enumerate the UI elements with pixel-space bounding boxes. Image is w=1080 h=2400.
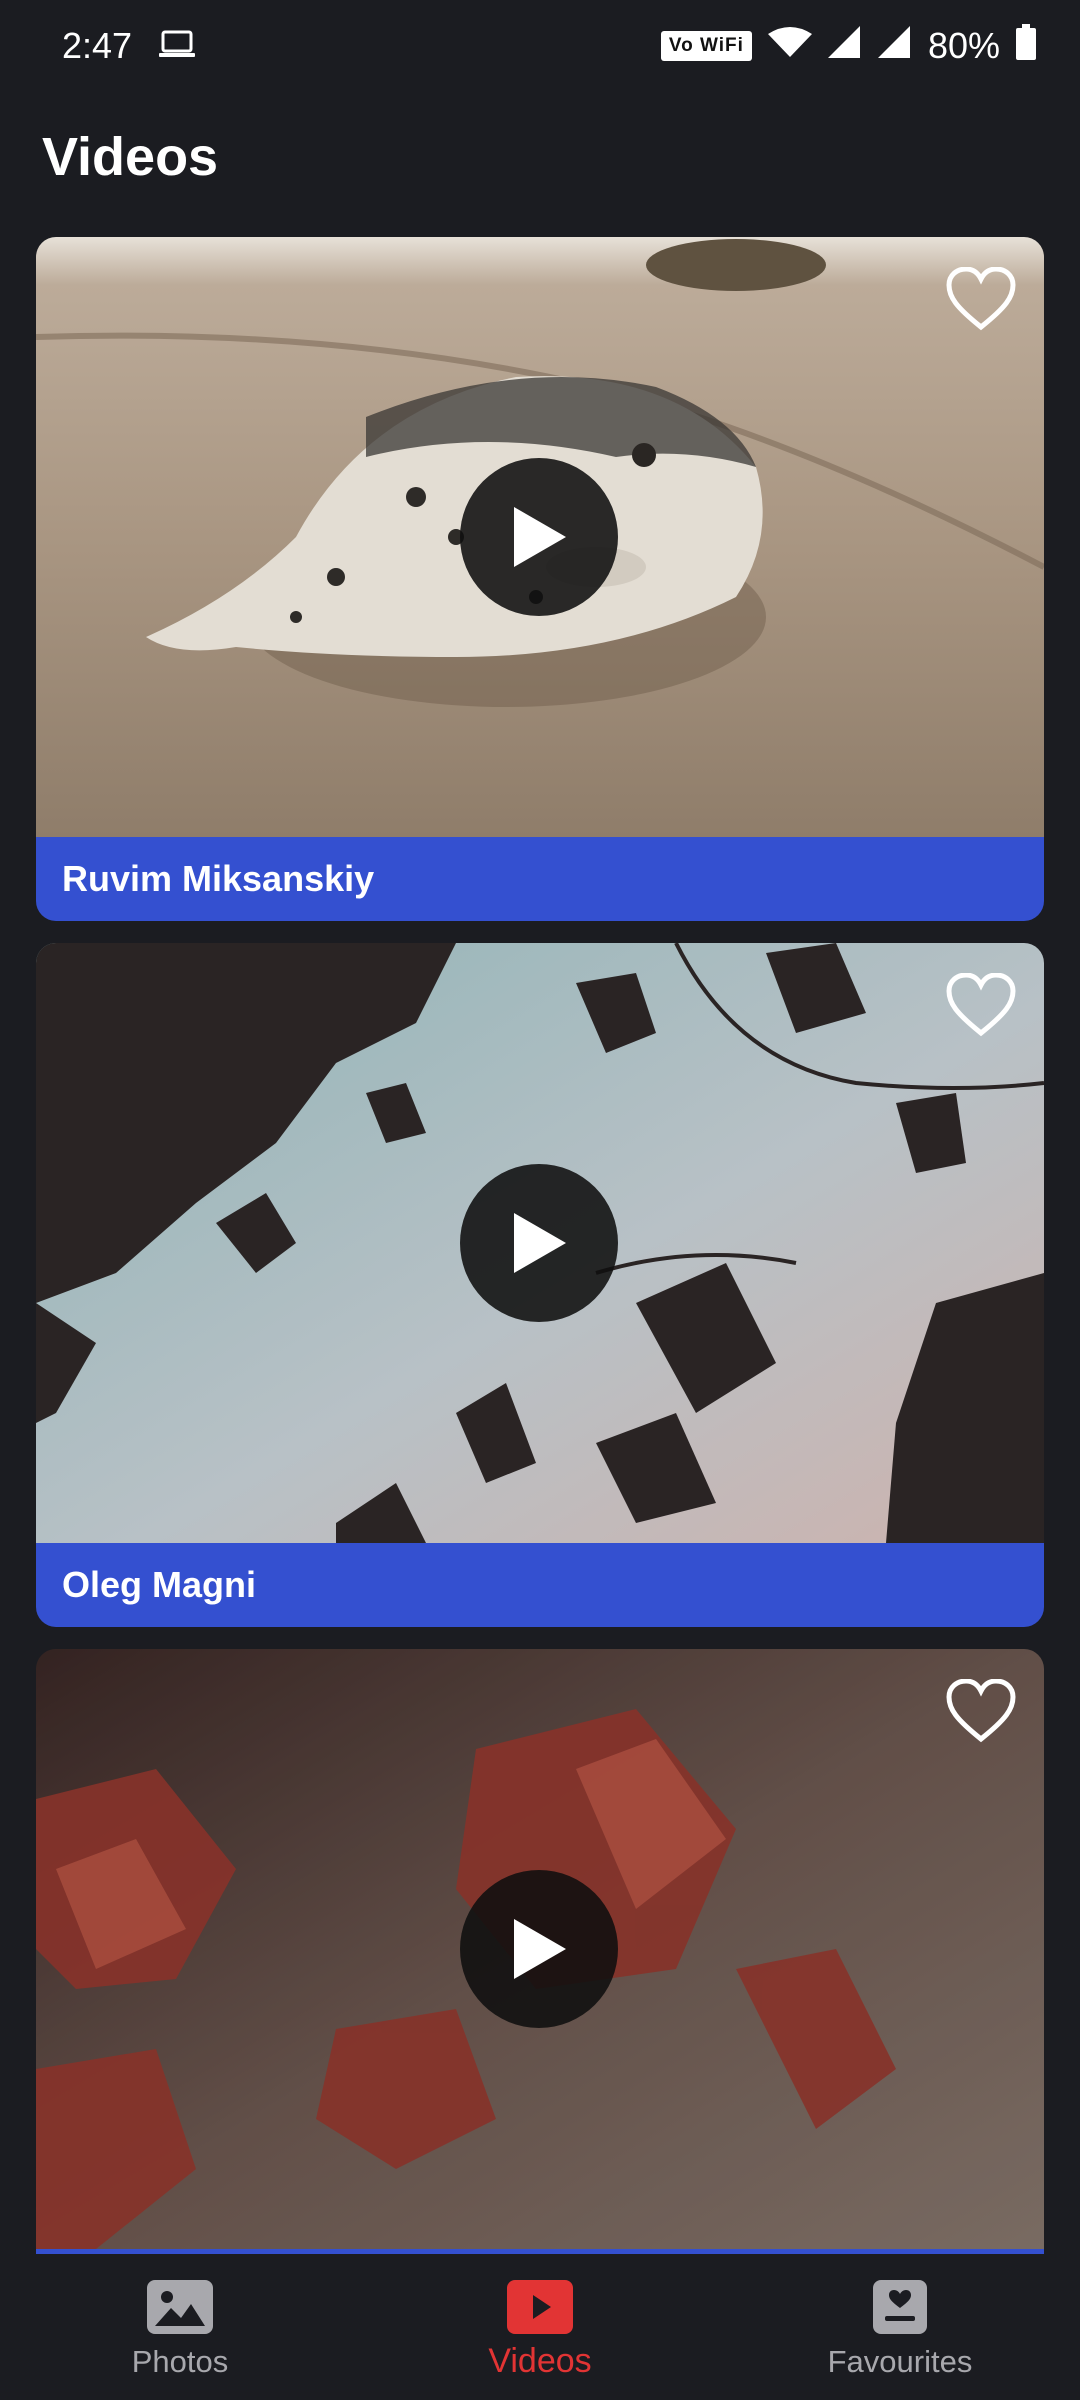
nav-item-favourites[interactable]: Favourites — [720, 2254, 1080, 2400]
video-card[interactable] — [36, 1649, 1044, 2254]
play-button[interactable] — [460, 1870, 618, 2028]
play-icon — [514, 507, 566, 567]
app-bar: Videos — [0, 92, 1080, 222]
nav-item-videos[interactable]: Videos — [360, 2254, 720, 2400]
battery-icon — [1016, 23, 1036, 69]
youtube-icon — [507, 2280, 573, 2334]
battery-level: 80% — [927, 25, 1000, 66]
video-card[interactable]: Ruvim Miksanskiy — [36, 237, 1044, 921]
heart-icon — [946, 1679, 1016, 1743]
nav-label: Videos — [488, 2342, 592, 2380]
nav-label: Photos — [131, 2344, 229, 2379]
image-icon — [147, 2280, 213, 2334]
play-icon — [514, 1919, 566, 1979]
status-time: 2:47 — [62, 25, 133, 66]
wifi-icon — [767, 25, 812, 67]
status-bar: 2:47 Vo WiFi 80% — [0, 0, 1080, 92]
play-icon — [514, 1213, 566, 1273]
video-thumbnail[interactable] — [36, 237, 1044, 837]
favourite-button[interactable] — [946, 267, 1016, 331]
video-feed[interactable]: Ruvim Miksanskiy Oleg Magni — [36, 237, 1044, 2254]
favourite-button[interactable] — [946, 973, 1016, 1037]
signal-icon — [827, 25, 862, 67]
video-card[interactable]: Oleg Magni — [36, 943, 1044, 1627]
nav-item-photos[interactable]: Photos — [0, 2254, 360, 2400]
video-thumbnail[interactable] — [36, 1649, 1044, 2249]
author-name: Oleg Magni — [62, 1564, 257, 1605]
page-title: Videos — [42, 127, 219, 187]
play-button[interactable] — [460, 1164, 618, 1322]
laptop-icon — [158, 25, 196, 67]
bottom-navigation: Photos Videos Favourites — [0, 2254, 1080, 2400]
heart-icon — [946, 267, 1016, 331]
heart-icon — [946, 973, 1016, 1037]
author-name: Ruvim Miksanskiy — [62, 858, 375, 899]
video-thumbnail[interactable] — [36, 943, 1044, 1543]
favourites-icon — [873, 2280, 927, 2334]
play-button[interactable] — [460, 458, 618, 616]
nav-label: Favourites — [827, 2344, 973, 2379]
card-footer: Ruvim Miksanskiy — [36, 837, 1044, 921]
vowifi-badge: Vo WiFi — [660, 31, 752, 61]
card-footer: Oleg Magni — [36, 1543, 1044, 1627]
favourite-button[interactable] — [946, 1679, 1016, 1743]
signal-icon-2 — [877, 25, 912, 67]
